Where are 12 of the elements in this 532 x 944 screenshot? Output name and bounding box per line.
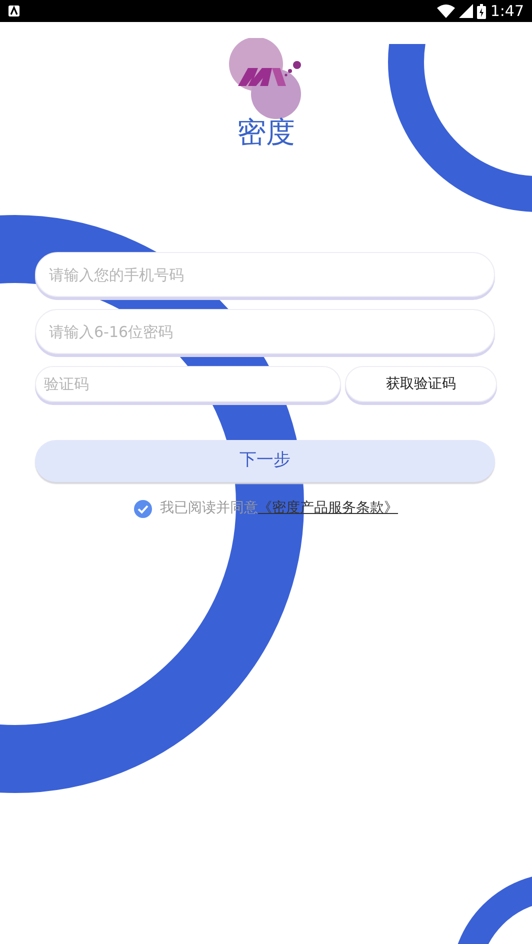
battery-icon bbox=[477, 4, 486, 18]
wifi-icon bbox=[437, 4, 456, 18]
get-code-button[interactable]: 获取验证码 bbox=[345, 366, 497, 402]
phone-input-field[interactable]: 请输入您的手机号码 bbox=[35, 252, 495, 297]
next-button[interactable]: 下一步 bbox=[35, 440, 495, 482]
notification-icon bbox=[8, 5, 20, 17]
app-name: 密度 bbox=[237, 118, 295, 147]
agree-checkbox[interactable] bbox=[134, 500, 152, 518]
signal-icon bbox=[459, 4, 474, 18]
password-input-field[interactable]: 请输入6-16位密码 bbox=[35, 309, 495, 354]
clock-time: 1:47 bbox=[490, 0, 524, 22]
code-input-field[interactable]: 验证码 bbox=[35, 366, 341, 402]
